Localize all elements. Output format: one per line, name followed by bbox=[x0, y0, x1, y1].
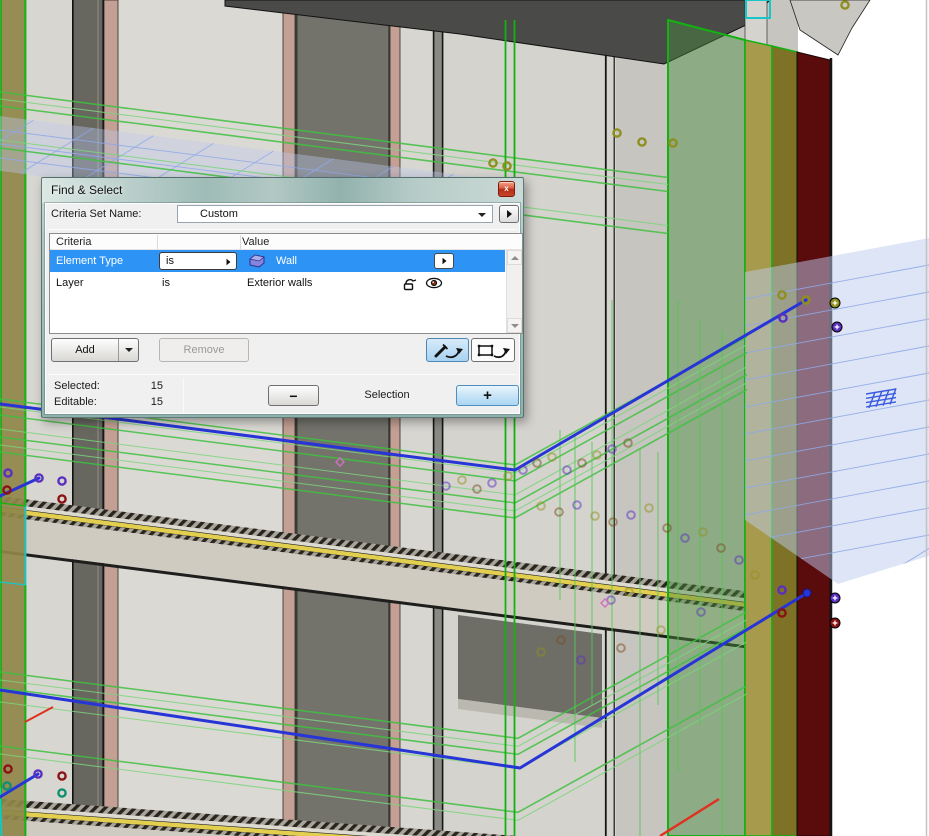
remove-button[interactable]: Remove bbox=[159, 338, 249, 362]
table-scrollbar[interactable] bbox=[506, 250, 522, 333]
pick-up-settings-button[interactable] bbox=[426, 338, 469, 362]
separator bbox=[48, 229, 517, 230]
eye-icon[interactable] bbox=[425, 275, 443, 291]
operator-cell: is bbox=[162, 277, 170, 289]
dialog-titlebar[interactable]: Find & Select x bbox=[42, 178, 523, 203]
unlock-icon[interactable] bbox=[402, 275, 420, 291]
criteria-set-options-button[interactable] bbox=[499, 205, 519, 223]
plus-icon: + bbox=[483, 387, 492, 404]
operator-dropdown[interactable]: is bbox=[159, 252, 237, 270]
minus-icon: − bbox=[289, 387, 298, 404]
column-header-value: Value bbox=[242, 236, 270, 248]
column-separator bbox=[240, 235, 241, 249]
app-root: { "dialog": { "title": "Find & Select", … bbox=[0, 0, 929, 836]
scroll-down-button[interactable] bbox=[507, 318, 522, 333]
criteria-set-combobox[interactable]: Custom bbox=[177, 205, 493, 223]
column-separator bbox=[157, 235, 158, 249]
criteria-cell: Element Type bbox=[56, 255, 124, 267]
select-button[interactable]: + bbox=[456, 385, 519, 406]
selection-label: Selection bbox=[364, 389, 410, 401]
value-cell: Wall bbox=[276, 255, 297, 267]
table-row-element-type[interactable]: Element Type is Wall bbox=[50, 250, 505, 272]
close-button[interactable]: x bbox=[498, 181, 515, 197]
criteria-set-value: Custom bbox=[200, 208, 238, 220]
add-button[interactable]: Add bbox=[51, 338, 139, 362]
value-cell: Exterior walls bbox=[247, 277, 313, 289]
divider bbox=[183, 378, 184, 414]
row-options-button[interactable] bbox=[434, 253, 454, 269]
add-button-label: Add bbox=[75, 344, 95, 356]
scroll-up-button[interactable] bbox=[507, 250, 522, 265]
find-select-dialog: Find & Select x Criteria Set Name: Custo… bbox=[41, 177, 524, 418]
column-header-criteria: Criteria bbox=[56, 236, 92, 248]
arrow-down-icon bbox=[510, 323, 519, 328]
window-recess-lower-right[interactable] bbox=[458, 615, 602, 728]
dialog-body: Criteria Set Name: Custom Criteria Value… bbox=[45, 203, 523, 414]
selected-label: Selected: bbox=[54, 380, 100, 392]
add-dropdown-button[interactable] bbox=[118, 339, 138, 361]
editable-count: 15 bbox=[150, 396, 163, 408]
close-icon: x bbox=[504, 184, 509, 193]
arrow-right-icon bbox=[226, 258, 231, 266]
editable-label: Editable: bbox=[54, 396, 97, 408]
wall-icon bbox=[249, 254, 265, 268]
arrow-up-icon bbox=[510, 255, 519, 260]
arrow-right-icon bbox=[506, 210, 512, 218]
remove-button-label: Remove bbox=[183, 344, 225, 356]
deselect-button[interactable]: − bbox=[268, 385, 319, 406]
dialog-title: Find & Select bbox=[51, 183, 123, 197]
separator bbox=[48, 374, 517, 375]
chevron-down-icon bbox=[478, 213, 486, 217]
3d-viewport[interactable] bbox=[0, 0, 929, 836]
table-row-layer[interactable]: Layer is Exterior walls bbox=[50, 272, 505, 294]
marquee-pick-button[interactable] bbox=[471, 338, 515, 362]
criteria-set-label: Criteria Set Name: bbox=[51, 208, 142, 220]
arrow-right-icon bbox=[442, 257, 446, 265]
table-header: Criteria Value bbox=[50, 234, 522, 250]
operator-value: is bbox=[166, 255, 174, 267]
selected-count: 15 bbox=[150, 380, 163, 392]
criteria-cell: Layer bbox=[56, 277, 84, 289]
eyedropper-arrow-icon bbox=[434, 343, 463, 359]
marquee-arrow-icon bbox=[477, 344, 510, 359]
criteria-table: Criteria Value Element Type is Wall Laye… bbox=[49, 233, 523, 334]
chevron-down-icon bbox=[124, 348, 133, 352]
